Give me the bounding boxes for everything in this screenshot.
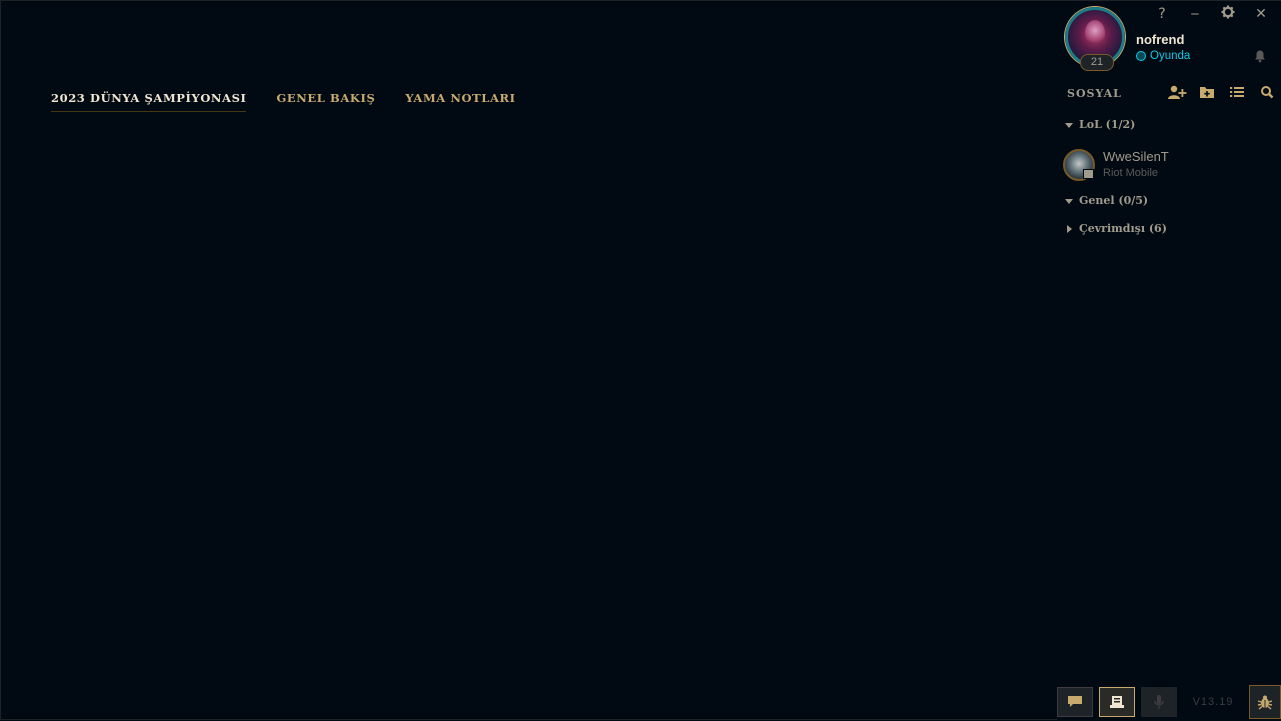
settings-button[interactable] [1220,5,1236,23]
social-toolbar [1167,84,1277,100]
tab-worlds-2023[interactable]: 2023 DÜNYA ŞAMPİYONASI [51,91,247,112]
voice-button[interactable] [1141,687,1177,717]
bottom-bar: V13.19 [1057,685,1281,719]
bug-report-button[interactable] [1249,685,1281,719]
group-lol[interactable]: LoL (1/2) [1065,118,1135,131]
group-offline[interactable]: Çevrimdışı (6) [1065,222,1167,235]
status-text: Oyunda [1150,50,1191,62]
social-sidebar: ? ‒ ✕ 21 nofrend Oyunda SOSYAL LoL (1/2)… [1057,1,1281,721]
close-button[interactable]: ✕ [1253,5,1269,23]
social-title: SOSYAL [1067,87,1122,100]
tab-overview[interactable]: GENEL BAKIŞ [276,91,375,112]
friend-status: Riot Mobile [1103,167,1159,179]
group-label: Genel (0/5) [1079,194,1149,207]
friend-item[interactable]: WweSilenT Riot Mobile [1063,149,1273,183]
group-label: LoL (1/2) [1079,118,1136,131]
client-window: 2023 DÜNYA ŞAMPİYONASI GENEL BAKIŞ YAMA … [0,0,1281,721]
top-nav: 2023 DÜNYA ŞAMPİYONASI GENEL BAKIŞ YAMA … [51,91,516,112]
add-friend-icon[interactable] [1167,84,1187,100]
missions-icon [1110,696,1124,708]
mic-icon [1154,695,1164,709]
chat-icon [1068,696,1082,707]
status-dot-icon [1136,51,1146,61]
player-status[interactable]: Oyunda [1136,50,1190,62]
caret-right-icon [1067,224,1072,233]
window-controls: ? ‒ ✕ [1154,5,1269,23]
friend-name: WweSilenT [1103,149,1169,164]
notification-bell-icon[interactable] [1253,49,1267,63]
profile-avatar-wrap[interactable]: 21 [1065,7,1125,73]
minimize-button[interactable]: ‒ [1187,5,1203,23]
caret-down-icon [1065,198,1073,204]
group-label: Çevrimdışı (6) [1079,222,1167,235]
tab-patch-notes[interactable]: YAMA NOTLARI [405,91,515,112]
help-button[interactable]: ? [1154,5,1170,23]
bug-icon [1257,695,1273,710]
caret-down-icon [1065,122,1073,128]
missions-button[interactable] [1099,687,1135,717]
search-icon[interactable] [1257,84,1277,100]
username: nofrend [1136,32,1185,47]
level-badge: 21 [1080,54,1114,71]
chat-button[interactable] [1057,687,1093,717]
mobile-icon [1083,169,1094,179]
list-icon[interactable] [1227,84,1247,100]
gear-icon [1221,5,1235,19]
version-label: V13.19 [1192,696,1234,708]
social-header: SOSYAL [1067,84,1277,100]
group-general[interactable]: Genel (0/5) [1065,194,1148,207]
add-folder-icon[interactable] [1197,84,1217,100]
